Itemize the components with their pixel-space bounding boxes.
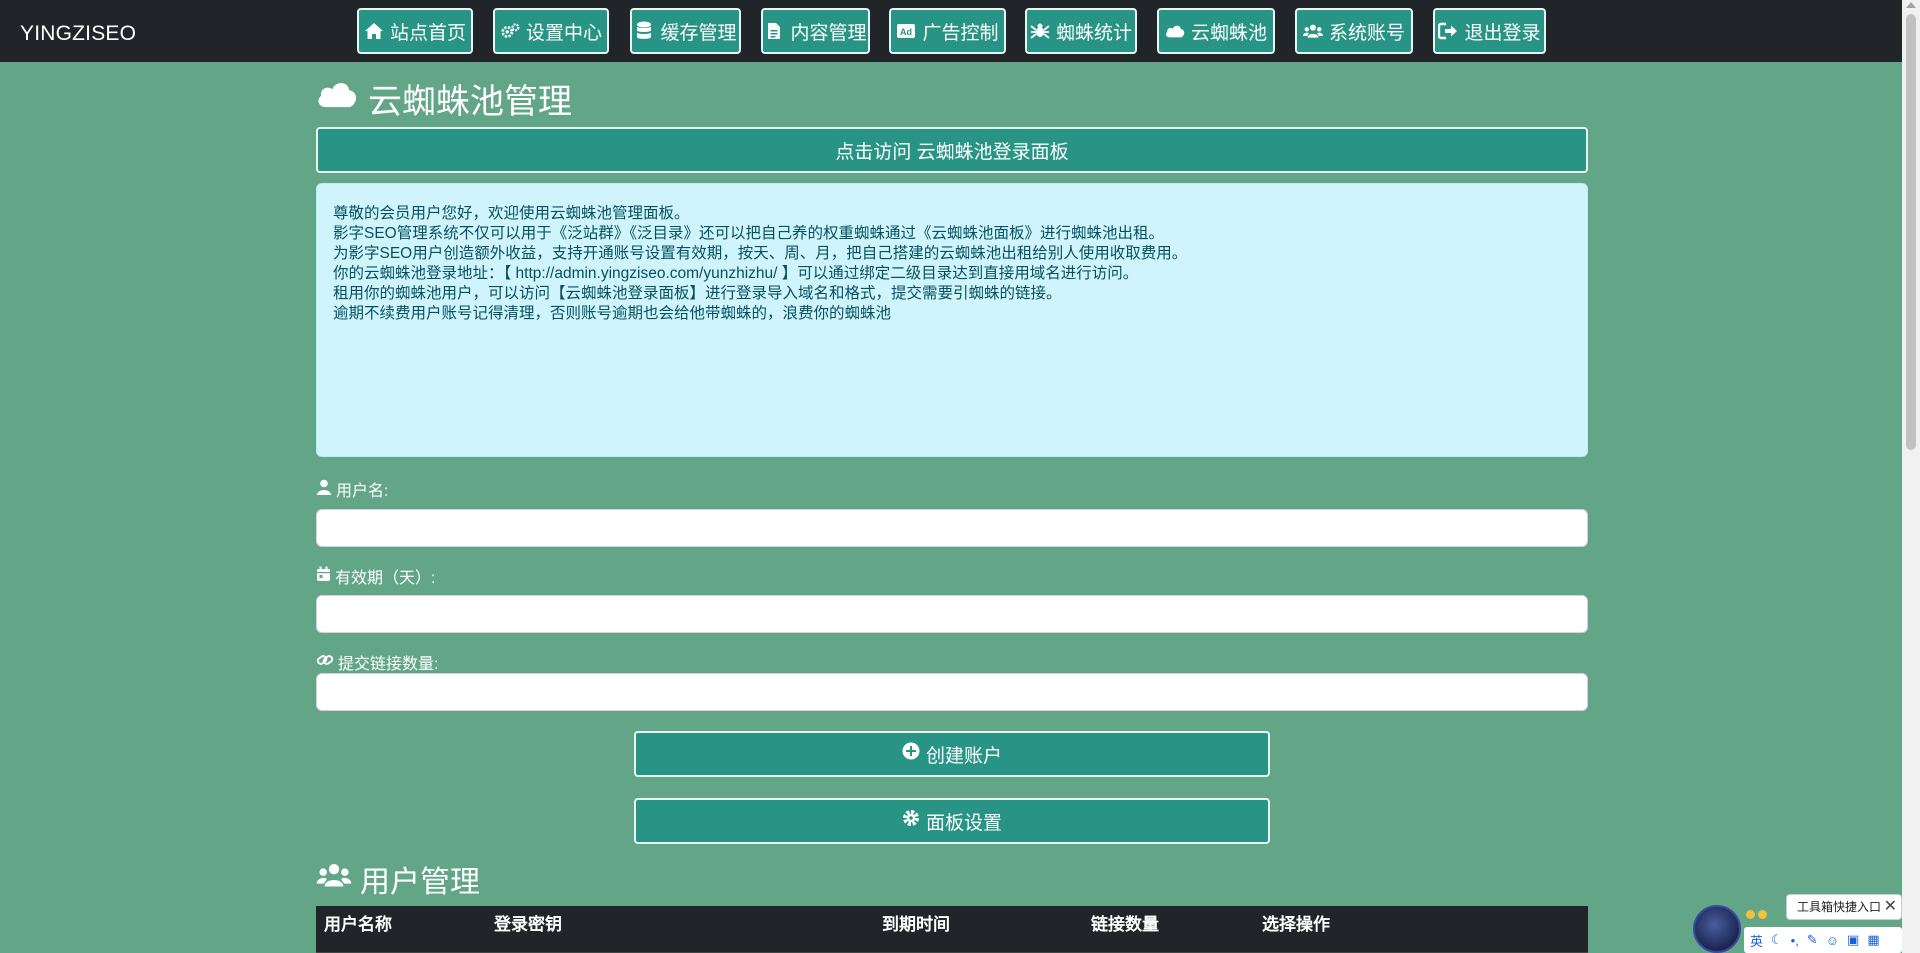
svg-text:Ad: Ad: [900, 27, 912, 37]
smile-icon[interactable]: ☺: [1826, 933, 1839, 948]
column-header: 登录密钥: [494, 915, 562, 934]
close-icon[interactable]: ✕: [1884, 895, 1897, 919]
moon-icon[interactable]: ☾: [1771, 932, 1783, 948]
nav-cache-button[interactable]: 缓存管理: [630, 8, 741, 54]
nav-logout-label: 退出登录: [1464, 22, 1541, 44]
wrench-icon[interactable]: ✎: [1807, 932, 1818, 948]
nav-ads-button[interactable]: Ad 广告控制: [889, 8, 1006, 54]
top-navbar: YINGZISEO 站点首页 设置中心 缓存管理 内容管理 Ad 广告控制 蜘蛛…: [0, 0, 1902, 62]
column-header: 链接数量: [1091, 915, 1159, 934]
shirt-icon[interactable]: ▣: [1847, 932, 1859, 948]
cloud-icon: [316, 79, 358, 118]
nav-home-button[interactable]: 站点首页: [357, 8, 473, 54]
ime-lang-toggle[interactable]: 英: [1750, 931, 1763, 950]
vertical-scrollbar[interactable]: [1902, 0, 1920, 953]
nav-cloud-pool-button[interactable]: 云蜘蛛池: [1157, 8, 1275, 54]
nav-spider-stats-button[interactable]: 蜘蛛统计: [1025, 8, 1137, 54]
nav-spider-stats-label: 蜘蛛统计: [1055, 22, 1132, 44]
create-account-label: 创建账户: [925, 745, 1002, 767]
toolbox-tooltip[interactable]: 工具箱快捷入口 ✕: [1786, 894, 1902, 920]
username-label-text: 用户名:: [336, 483, 389, 500]
toolbox-avatar[interactable]: [1693, 905, 1741, 953]
validity-days-input[interactable]: [316, 595, 1588, 633]
nav-logout-button[interactable]: 退出登录: [1433, 8, 1546, 54]
grid-icon[interactable]: ▦: [1867, 932, 1879, 948]
database-icon: [634, 21, 654, 41]
home-icon: [364, 21, 384, 41]
nav-ads-label: 广告控制: [922, 22, 999, 44]
spider-icon: [1030, 21, 1050, 41]
toolbox-tooltip-text: 工具箱快捷入口: [1797, 900, 1882, 914]
nav-accounts-label: 系统账号: [1328, 22, 1405, 44]
column-header: 选择操作: [1262, 915, 1330, 934]
ad-icon: Ad: [896, 21, 916, 41]
ime-toolbar: 英 ☾ •, ✎ ☺ ▣ ▦: [1744, 927, 1902, 953]
scrollbar-thumb[interactable]: [1906, 14, 1916, 450]
punctuation-icon[interactable]: •,: [1791, 933, 1799, 948]
users-icon: [1302, 21, 1323, 41]
cloud-icon: [1165, 21, 1185, 41]
links-count-input[interactable]: [316, 673, 1588, 711]
status-dots: [1746, 910, 1767, 919]
page-title: 云蜘蛛池管理: [316, 76, 572, 121]
panel-settings-label: 面板设置: [925, 812, 1002, 834]
nav-accounts-button[interactable]: 系统账号: [1295, 8, 1413, 54]
brand-logo[interactable]: YINGZISEO: [20, 22, 136, 46]
toolbox-widget: 工具箱快捷入口 ✕ 英 ☾ •, ✎ ☺ ▣ ▦: [1690, 894, 1902, 953]
page-title-text: 云蜘蛛池管理: [368, 82, 572, 121]
gears-icon: [500, 21, 520, 41]
users-icon: [316, 862, 352, 896]
validity-label-text: 有效期（天）:: [335, 570, 436, 587]
nav-cache-label: 缓存管理: [660, 22, 737, 44]
user-icon: [316, 479, 332, 500]
plus-circle-icon: [902, 742, 920, 766]
users-table-header: 用户名称 登录密钥 到期时间 链接数量 选择操作: [316, 906, 1588, 953]
create-account-button[interactable]: 创建账户: [634, 731, 1270, 777]
logout-icon: [1438, 21, 1458, 41]
panel-settings-button[interactable]: 面板设置: [634, 798, 1270, 844]
nav-cloud-pool-label: 云蜘蛛池: [1190, 22, 1267, 44]
calendar-icon: [316, 566, 331, 587]
nav-content-label: 内容管理: [790, 22, 867, 44]
file-icon: [764, 21, 784, 41]
nav-home-label: 站点首页: [389, 22, 466, 44]
nav-settings-label: 设置中心: [525, 22, 602, 44]
info-alert: 尊敬的会员用户您好，欢迎使用云蜘蛛池管理面板。 影字SEO管理系统不仅可以用于《…: [316, 183, 1588, 457]
link-icon: [316, 652, 334, 673]
visit-login-panel-button[interactable]: 点击访问 云蜘蛛池登录面板: [316, 127, 1588, 173]
links-count-label-text: 提交链接数量:: [338, 656, 439, 673]
validity-label: 有效期（天）:: [316, 564, 435, 588]
column-header: 用户名称: [324, 915, 392, 934]
user-management-title: 用户管理: [316, 860, 480, 899]
links-count-label: 提交链接数量:: [316, 650, 438, 674]
gear-icon: [902, 809, 920, 833]
nav-content-button[interactable]: 内容管理: [761, 8, 870, 54]
user-management-title-text: 用户管理: [360, 866, 480, 899]
username-label: 用户名:: [316, 477, 388, 501]
column-header: 到期时间: [882, 915, 950, 934]
nav-settings-button[interactable]: 设置中心: [493, 8, 609, 54]
scroll-up-arrow-icon[interactable]: [1906, 2, 1916, 8]
username-input[interactable]: [316, 509, 1588, 547]
